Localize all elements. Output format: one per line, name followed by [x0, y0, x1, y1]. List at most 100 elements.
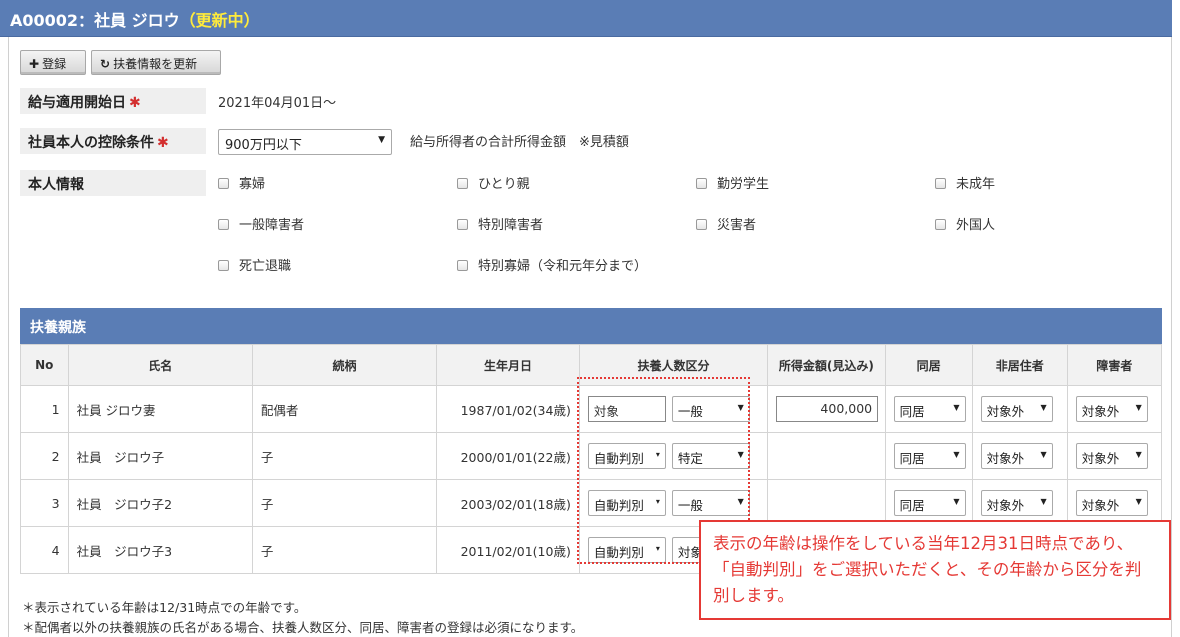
disabled-value: 対象外 — [1081, 404, 1120, 419]
nonresident-value: 対象外 — [986, 451, 1025, 466]
caret-down-icon: ▾ — [655, 497, 660, 506]
checkbox-icon — [457, 260, 468, 271]
cohabit-value: 同居 — [899, 451, 925, 466]
col-header-name: 氏名 — [67, 344, 253, 386]
disabled-select[interactable]: 対象外 ▼ — [1075, 396, 1148, 422]
category-select[interactable]: 自動判別 ▾ — [587, 443, 666, 469]
refresh-icon: ↻ — [100, 57, 111, 71]
checkbox-icon — [218, 178, 229, 189]
checkbox-label: 勤労学生 — [717, 177, 770, 192]
update-dependents-button[interactable]: ↻ 扶養情報を更新 — [91, 50, 221, 75]
caret-down-icon: ▼ — [1040, 403, 1047, 412]
category-select[interactable]: 自動判別 ▾ — [587, 490, 666, 516]
caret-down-icon: ▼ — [1135, 497, 1142, 506]
nonresident-value: 対象外 — [986, 498, 1025, 513]
category-value: 自動判別 — [593, 498, 644, 513]
col-header-disabled: 障害者 — [1066, 344, 1163, 386]
dependents-section-title: 扶養親族 — [20, 308, 1162, 344]
caret-down-icon: ▼ — [953, 497, 960, 506]
checkbox-label: 特別障害者 — [478, 218, 544, 233]
explanation-callout: 表示の年齢は操作をしている当年12月31日時点であり、「自動判別」をご選択いただ… — [699, 520, 1171, 620]
caret-down-icon: ▼ — [737, 450, 744, 459]
row-cohabit-cell: 同居 ▼ — [884, 432, 973, 480]
checkbox-foreigner[interactable]: 外国人 — [935, 214, 995, 233]
employee-name: 社員 ジロウ — [94, 11, 180, 30]
row-relation: 配偶者 — [251, 385, 438, 433]
checkbox-label: 死亡退職 — [239, 259, 292, 274]
nonresident-select[interactable]: 対象外 ▼ — [980, 490, 1053, 516]
cohabit-select[interactable]: 同居 ▼ — [893, 396, 966, 422]
checkbox-single-parent[interactable]: ひとり親 — [457, 173, 530, 192]
cohabit-select[interactable]: 同居 ▼ — [893, 490, 966, 516]
income-input[interactable]: 400,000 — [776, 396, 879, 422]
cohabit-select[interactable]: 同居 ▼ — [893, 443, 966, 469]
checkbox-label: 未成年 — [956, 177, 996, 192]
disabled-select[interactable]: 対象外 ▼ — [1075, 490, 1148, 516]
checkbox-death-retirement[interactable]: 死亡退職 — [218, 255, 291, 274]
category-value: 自動判別 — [593, 451, 644, 466]
checkbox-disaster-victim[interactable]: 災害者 — [696, 214, 756, 233]
caret-down-icon: ▾ — [655, 450, 660, 459]
class-select[interactable]: 特定 ▼ — [671, 443, 750, 469]
row-no: 3 — [20, 479, 69, 527]
checkbox-icon — [696, 178, 707, 189]
register-button[interactable]: ✚ 登録 — [20, 50, 86, 75]
class-value: 一般 — [677, 404, 703, 419]
row-nonresident-cell: 対象外 ▼ — [971, 432, 1068, 480]
row-relation: 子 — [251, 432, 438, 480]
table-row: 1 社員 ジロウ妻 配偶者 1987/01/02(34歳) 対象 一般 ▼ 400… — [20, 385, 1163, 433]
page-title: A00002：社員 ジロウ（更新中） — [0, 0, 1172, 37]
row-no: 1 — [20, 385, 69, 433]
checkbox-minor[interactable]: 未成年 — [935, 173, 995, 192]
checkbox-icon — [935, 178, 946, 189]
footnote-required: ＊配偶者以外の扶養親族の氏名がある場合、扶養人数区分、同居、障害者の登録は必須に… — [22, 620, 584, 635]
class-select[interactable]: 一般 ▼ — [671, 490, 750, 516]
row-birth: 2011/02/01(10歳) — [436, 526, 580, 574]
nonresident-select[interactable]: 対象外 ▼ — [980, 396, 1053, 422]
row-name: 社員 ジロウ子 — [67, 432, 253, 480]
checkbox-general-disabled[interactable]: 一般障害者 — [218, 214, 304, 233]
checkbox-icon — [696, 219, 707, 230]
update-dependents-label: 扶養情報を更新 — [113, 57, 198, 71]
row-relation: 子 — [251, 526, 438, 574]
status-label: （更新中） — [179, 11, 260, 30]
row-no: 4 — [20, 526, 69, 574]
checkbox-label: 災害者 — [717, 218, 757, 233]
checkbox-special-widow[interactable]: 特別寡婦（令和元年分まで） — [457, 255, 647, 274]
caret-down-icon: ▼ — [1135, 450, 1142, 459]
row-birth: 2000/01/01(22歳) — [436, 432, 580, 480]
row-name: 社員 ジロウ子2 — [67, 479, 253, 527]
cohabit-value: 同居 — [899, 498, 925, 513]
category-input[interactable]: 対象 — [587, 396, 666, 422]
plus-icon: ✚ — [29, 57, 40, 71]
deduction-label-text: 社員本人の控除条件 — [28, 135, 154, 151]
row-name: 社員 ジロウ妻 — [67, 385, 253, 433]
nonresident-select[interactable]: 対象外 ▼ — [980, 443, 1053, 469]
caret-down-icon: ▼ — [1040, 450, 1047, 459]
row-category-cell: 自動判別 ▾ 特定 ▼ — [578, 432, 769, 480]
row-disabled-cell: 対象外 ▼ — [1066, 432, 1163, 480]
checkbox-widow[interactable]: 寡婦 — [218, 173, 265, 192]
caret-down-icon: ▼ — [953, 403, 960, 412]
row-category-cell: 対象 一般 ▼ — [578, 385, 769, 433]
checkbox-special-disabled[interactable]: 特別障害者 — [457, 214, 543, 233]
col-header-birth: 生年月日 — [436, 344, 580, 386]
footnote-age: ＊表示されている年齢は12/31時点での年齢です。 — [22, 600, 307, 615]
disabled-select[interactable]: 対象外 ▼ — [1075, 443, 1148, 469]
checkbox-working-student[interactable]: 勤労学生 — [696, 173, 769, 192]
table-row: 2 社員 ジロウ子 子 2000/01/01(22歳) 自動判別 ▾ 特定 ▼ 同居… — [20, 432, 1163, 480]
deduction-note: 給与所得者の合計所得金額 ※見積額 — [410, 135, 629, 150]
deduction-select[interactable]: 900万円以下 ▼ — [218, 129, 392, 155]
category-select[interactable]: 自動判別 ▾ — [587, 537, 666, 563]
col-header-relation: 続柄 — [251, 344, 438, 386]
checkbox-label: 一般障害者 — [239, 218, 305, 233]
row-birth: 2003/02/01(18歳) — [436, 479, 580, 527]
checkbox-icon — [218, 219, 229, 230]
caret-down-icon: ▼ — [1135, 403, 1142, 412]
checkbox-label: 寡婦 — [239, 177, 266, 192]
class-value: 一般 — [677, 498, 703, 513]
class-select[interactable]: 一般 ▼ — [671, 396, 750, 422]
employee-code: A00002 — [10, 11, 79, 30]
deduction-label: 社員本人の控除条件 ✱ — [20, 128, 206, 154]
row-income-cell — [767, 432, 886, 480]
